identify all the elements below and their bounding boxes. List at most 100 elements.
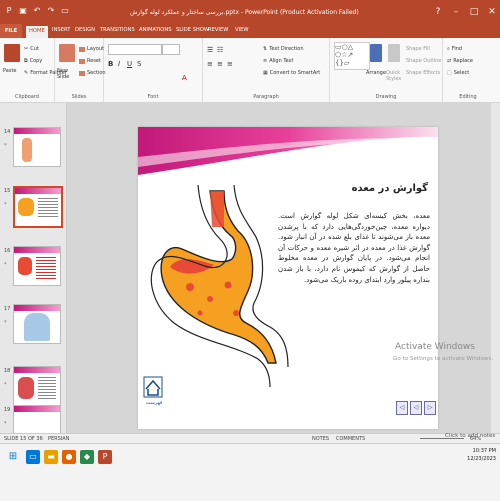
slide-thumbnail[interactable]: 16 *: [4, 246, 61, 286]
replace-icon: ⇄: [447, 58, 452, 64]
font-group-label: Font: [147, 94, 159, 100]
vertical-scrollbar[interactable]: [491, 103, 500, 433]
tab-transitions[interactable]: TRANSITIONS: [100, 27, 135, 33]
next-slide-button[interactable]: ▷: [424, 401, 436, 415]
tab-review[interactable]: REVIEW: [208, 27, 228, 33]
slide-number: 19: [4, 407, 11, 413]
text-direction-button[interactable]: ⇅ Text Direction: [263, 46, 304, 52]
quick-styles-button[interactable]: Quick Styles: [386, 70, 402, 82]
paste-button[interactable]: Paste: [3, 68, 17, 74]
font-family-select[interactable]: [108, 44, 162, 55]
slide-title[interactable]: گوارش در معده: [333, 183, 428, 194]
system-tray[interactable]: 10:37 PM 12/23/2023: [467, 447, 496, 463]
tab-view[interactable]: VIEW: [235, 27, 249, 33]
slide-thumbnail[interactable]: 19 *: [4, 405, 61, 433]
tab-file[interactable]: FILE: [0, 24, 22, 38]
comments-button[interactable]: COMMENTS: [336, 436, 365, 442]
font-color-button[interactable]: A: [182, 74, 187, 82]
home-icon[interactable]: [143, 376, 163, 398]
quick-access-toolbar: P ▣ ↶ ↷ ▭: [4, 6, 70, 16]
arrange-button[interactable]: Arrange: [366, 70, 386, 76]
powerpoint-taskbar-icon[interactable]: P: [98, 450, 112, 464]
help-button[interactable]: ?: [432, 6, 444, 18]
minimize-button[interactable]: –: [450, 6, 462, 18]
cut-label: Cut: [30, 46, 39, 52]
shapes-gallery[interactable]: ▭○△ ⬠☆↗ {}▱: [334, 42, 370, 70]
zoom-slider[interactable]: [420, 438, 464, 439]
bullets-button[interactable]: ☰: [207, 46, 213, 54]
close-button[interactable]: ✕: [486, 6, 498, 18]
font-group: B I U S A Font: [104, 38, 203, 102]
language-indicator[interactable]: PERSIAN: [48, 436, 69, 442]
convert-smartart-button[interactable]: ▦ Convert to SmartArt: [263, 70, 320, 76]
windows-taskbar: ⊞ ▭ ▬ ● ◆ P 10:37 PM 12/23/2023: [0, 443, 500, 501]
first-slide-button[interactable]: ◁: [396, 401, 408, 415]
align-text-button[interactable]: ≡ Align Text: [263, 58, 293, 64]
slide-thumbnail[interactable]: 14 *: [4, 127, 61, 167]
tab-animations[interactable]: ANIMATIONS: [139, 27, 172, 33]
layout-button[interactable]: Layout: [79, 46, 104, 52]
slide-thumbnails-pane: 14 * 15 * 16 * 17 * 18 * 19 *: [0, 103, 67, 433]
editing-group-label: Editing: [459, 94, 477, 100]
task-view-icon[interactable]: ▭: [26, 450, 40, 464]
italic-button[interactable]: I: [118, 60, 120, 68]
section-label: Section: [87, 70, 106, 76]
paste-icon[interactable]: [4, 44, 20, 62]
undo-icon[interactable]: ↶: [32, 6, 42, 16]
reset-button[interactable]: Reset: [79, 58, 101, 64]
shape-fill-button[interactable]: Shape Fill: [406, 46, 430, 52]
smartart-icon: ▦: [263, 70, 268, 76]
bold-button[interactable]: B: [108, 60, 113, 68]
find-icon: ⌕: [447, 46, 450, 52]
prev-slide-button[interactable]: ◁: [410, 401, 422, 415]
replace-button[interactable]: ⇄ Replace: [447, 58, 473, 64]
animation-marker: *: [4, 320, 7, 326]
align-left-button[interactable]: ≡: [207, 60, 213, 68]
shape-outline-button[interactable]: Shape Outline: [406, 58, 441, 64]
new-slide-button[interactable]: New Slide: [57, 68, 77, 80]
slide-thumbnail-image: [13, 366, 61, 406]
firefox-icon[interactable]: ●: [62, 450, 76, 464]
numbering-button[interactable]: ☷: [217, 46, 223, 54]
arrange-icon[interactable]: [370, 44, 382, 62]
cut-button[interactable]: ✂ Cut: [24, 46, 39, 52]
maximize-button[interactable]: □: [468, 6, 480, 18]
section-button[interactable]: Section: [79, 70, 106, 76]
slide-thumbnail-image: [13, 405, 61, 433]
font-size-select[interactable]: [162, 44, 180, 55]
quick-styles-icon[interactable]: [388, 44, 400, 62]
zoom-level[interactable]: 64%: [470, 436, 481, 442]
slide-thumbnail[interactable]: 18 *: [4, 366, 61, 406]
find-label: Find: [451, 46, 463, 52]
slide-body-text[interactable]: معده، بخش کیسه‌ای شکل لوله گوارش است. دی…: [278, 211, 430, 285]
tab-insert[interactable]: INSERT: [52, 27, 70, 33]
tab-slide-show[interactable]: SLIDE SHOW: [176, 27, 209, 33]
copy-button[interactable]: ⧉ Copy: [24, 58, 42, 64]
new-slide-icon[interactable]: [59, 44, 75, 62]
clock-date: 12/23/2023: [467, 456, 496, 462]
shadow-button[interactable]: S: [137, 60, 141, 68]
save-icon[interactable]: ▣: [18, 6, 28, 16]
slide-thumbnail[interactable]: 17 *: [4, 304, 61, 344]
find-button[interactable]: ⌕ Find: [447, 46, 462, 52]
app-icon[interactable]: ◆: [80, 450, 94, 464]
align-right-button[interactable]: ≡: [227, 60, 233, 68]
file-explorer-icon[interactable]: ▬: [44, 450, 58, 464]
tab-home[interactable]: HOME: [26, 26, 48, 38]
windows-start-icon[interactable]: ⊞: [6, 450, 20, 464]
align-center-button[interactable]: ≡: [217, 60, 223, 68]
slide-thumbnail-selected[interactable]: 15 *: [4, 186, 63, 228]
select-button[interactable]: ⬚ Select: [447, 70, 469, 76]
start-slideshow-icon[interactable]: ▭: [60, 6, 70, 16]
animation-marker: *: [4, 382, 7, 388]
redo-icon[interactable]: ↷: [46, 6, 56, 16]
shape-effects-button[interactable]: Shape Effects: [406, 70, 440, 76]
ribbon-tabs: FILE HOME INSERT DESIGN TRANSITIONS ANIM…: [0, 24, 500, 38]
slide-number: 16: [4, 248, 11, 254]
notes-button[interactable]: NOTES: [312, 436, 329, 442]
tab-design[interactable]: DESIGN: [75, 27, 95, 33]
align-text-label: Align Text: [269, 58, 294, 64]
slide-canvas[interactable]: گوارش در معده معده، بخش کیسه‌ای شکل لوله…: [138, 127, 438, 429]
underline-button[interactable]: U: [127, 60, 132, 68]
slide-counter: SLIDE 15 OF 36: [4, 436, 43, 442]
